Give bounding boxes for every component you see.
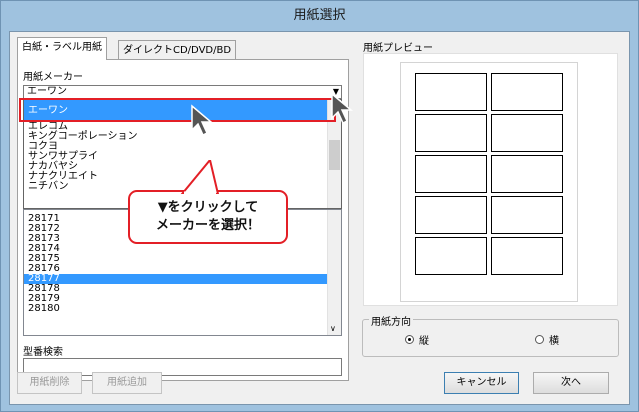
next-button[interactable]: 次へ bbox=[533, 372, 609, 394]
preview-label-cell bbox=[491, 73, 563, 111]
preview-label-cell bbox=[415, 73, 487, 111]
callout-pointer bbox=[180, 160, 220, 194]
preview-label-cell bbox=[415, 114, 487, 152]
preview-label-cell bbox=[415, 237, 487, 275]
maker-label: 用紙メーカー bbox=[23, 72, 83, 83]
orientation-portrait-radio[interactable] bbox=[405, 335, 414, 344]
model-list-item[interactable]: 28175 bbox=[24, 254, 341, 264]
preview-label-cell bbox=[491, 114, 563, 152]
callout-text: ▼をクリックして メーカーを選択！ bbox=[155, 200, 260, 233]
mouse-cursor-icon bbox=[191, 104, 214, 137]
tab-blank-label-paper[interactable]: 白紙・ラベル用紙 bbox=[17, 37, 107, 60]
dropdown-item[interactable]: キングコーポレーション bbox=[24, 132, 341, 142]
maker-combo-value: エーワン bbox=[27, 86, 67, 97]
dialog-client-area: 白紙・ラベル用紙 ダイレクトCD/DVD/BD 用紙メーカー エーワン ▼ エー… bbox=[9, 31, 630, 405]
delete-paper-button[interactable]: 用紙削除 bbox=[17, 372, 82, 394]
model-list-item[interactable]: 28179 bbox=[24, 294, 341, 304]
model-list-item[interactable]: 28177 bbox=[24, 274, 341, 284]
preview-paper-sheet bbox=[400, 62, 578, 302]
mouse-cursor-icon-arrow bbox=[331, 92, 354, 125]
preview-label-cell bbox=[415, 196, 487, 234]
orientation-landscape-radio[interactable] bbox=[535, 335, 544, 344]
dropdown-scrollbar-thumb[interactable] bbox=[329, 140, 340, 170]
scroll-down-icon[interactable]: ∨ bbox=[330, 324, 336, 333]
paper-preview bbox=[363, 53, 618, 306]
add-paper-button[interactable]: 用紙追加 bbox=[92, 372, 162, 394]
highlight-box bbox=[19, 98, 336, 122]
model-list-item[interactable]: 28176 bbox=[24, 264, 341, 274]
instruction-callout: ▼をクリックして メーカーを選択！ bbox=[128, 190, 288, 244]
preview-label: 用紙プレビュー bbox=[363, 43, 433, 54]
preview-label-cell bbox=[491, 237, 563, 275]
model-list-scrollbar[interactable]: ∨ bbox=[327, 210, 341, 335]
model-list-item[interactable]: 28178 bbox=[24, 284, 341, 294]
preview-label-cell bbox=[491, 155, 563, 193]
model-search-label: 型番検索 bbox=[23, 347, 63, 358]
cancel-button[interactable]: キャンセル bbox=[444, 372, 519, 394]
tab-direct-cd-dvd-bd[interactable]: ダイレクトCD/DVD/BD bbox=[118, 40, 237, 60]
orientation-label: 用紙方向 bbox=[369, 313, 413, 328]
window-title: 用紙選択 bbox=[1, 1, 638, 31]
orientation-portrait-label: 縦 bbox=[419, 336, 429, 347]
preview-label-cell bbox=[491, 196, 563, 234]
maker-combo[interactable]: エーワン ▼ bbox=[23, 85, 342, 99]
model-list-item[interactable]: 28180 bbox=[24, 304, 341, 314]
preview-label-cell bbox=[415, 155, 487, 193]
orientation-group: 用紙方向 縦 横 bbox=[362, 313, 619, 357]
paper-select-window: 用紙選択 白紙・ラベル用紙 ダイレクトCD/DVD/BD 用紙メーカー エーワン… bbox=[0, 0, 639, 412]
orientation-landscape-label: 横 bbox=[549, 336, 559, 347]
model-list-item[interactable]: 28174 bbox=[24, 244, 341, 254]
